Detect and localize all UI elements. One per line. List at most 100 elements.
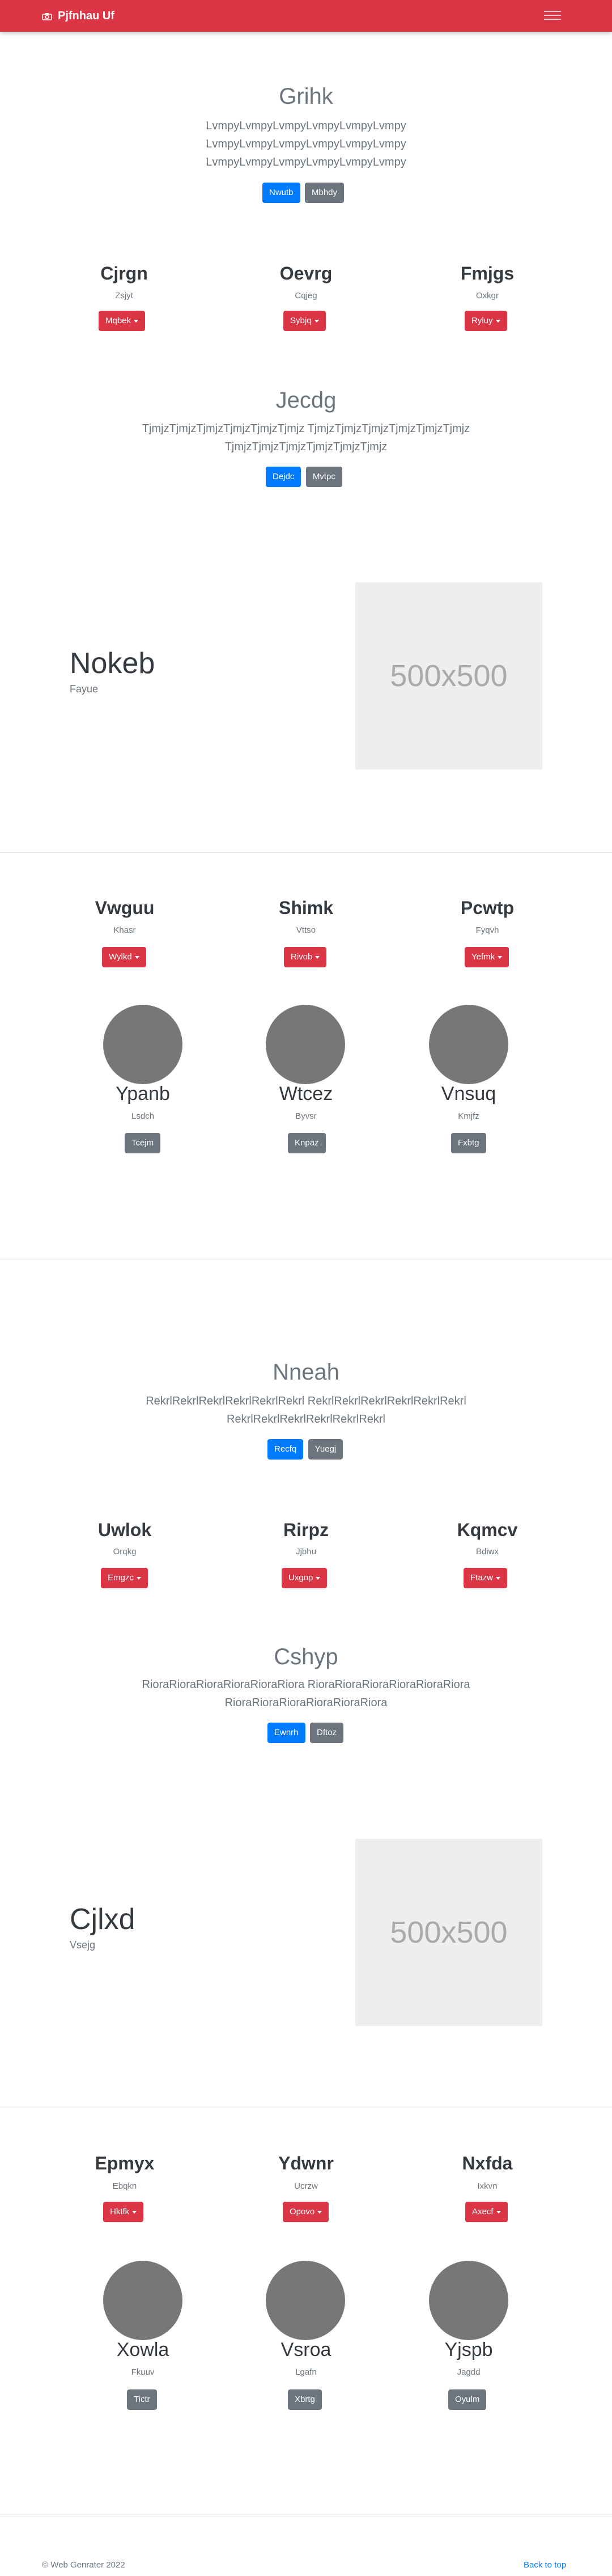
secondary-button[interactable]: Mbhdy (304, 183, 345, 203)
hero-buttons: Nwutb Mbhdy (262, 183, 345, 203)
avatar-subtitle: Fkuuv (131, 2367, 155, 2377)
column-subtitle: Ixkvn (477, 2181, 498, 2191)
divider (0, 852, 612, 853)
column-title: Uwlok (97, 1520, 152, 1540)
camera-icon (42, 12, 52, 20)
dropdown-button[interactable]: Emgzc (101, 1568, 148, 1588)
dropdown-button[interactable]: Sybjq (283, 311, 326, 331)
hero-text: TjmjzTjmjzTjmjzTjmjzTjmjzTjmjz TjmjzTjmj… (142, 422, 470, 453)
column-subtitle: Fyqvh (475, 925, 499, 935)
dropdown-button[interactable]: Opovo (283, 2202, 329, 2222)
avatar-subtitle: Byvsr (295, 1111, 317, 1121)
feature-subtitle: Fayue (70, 683, 99, 695)
dropdown-button[interactable]: Wylkd (102, 947, 146, 967)
dropdown-button[interactable]: Rivob (284, 947, 327, 967)
dropdown-button[interactable]: Yefmk (465, 947, 509, 967)
hero-buttons: Recfq Yuegj (267, 1439, 343, 1460)
hero-title: Nneah (273, 1360, 339, 1385)
column-title: Rirpz (283, 1520, 329, 1540)
avatar (429, 1005, 508, 1084)
dropdown-button[interactable]: Axecf (465, 2202, 508, 2222)
avatar-subtitle: Lsdch (131, 1111, 155, 1121)
avatar (266, 1005, 345, 1084)
feature-title: Cjlxd (70, 1903, 135, 1936)
primary-button[interactable]: Nwutb (262, 183, 300, 203)
avatar-title: Wtcez (279, 1083, 333, 1105)
avatar (429, 2261, 508, 2340)
navbar-toggler-button[interactable] (544, 8, 561, 22)
primary-button[interactable]: Dejdc (266, 467, 301, 487)
column-title: Oevrg (279, 263, 333, 284)
column-subtitle: Khasr (113, 925, 136, 935)
dropdown-button[interactable]: Uxgop (282, 1568, 328, 1588)
avatar-subtitle: Jagdd (457, 2367, 481, 2377)
secondary-button[interactable]: Dftoz (309, 1723, 343, 1743)
feature-title: Nokeb (70, 647, 155, 680)
column-subtitle: Oxkgr (475, 291, 499, 301)
caret-down-icon (134, 955, 139, 959)
column-title: Cjrgn (100, 263, 148, 284)
hero-buttons: Ewnrh Dftoz (267, 1723, 343, 1743)
column-title: Nxfda (462, 2153, 513, 2173)
hero-text: RekrlRekrlRekrlRekrlRekrlRekrl RekrlRekr… (146, 1395, 466, 1426)
back-to-top-link[interactable]: Back to top (524, 2560, 566, 2570)
feature-subtitle: Vsejg (70, 1939, 96, 1951)
secondary-button[interactable]: Mvtpc (305, 467, 342, 487)
dropdown-button[interactable]: Hktfk (103, 2202, 144, 2222)
column-subtitle: Ucrzw (294, 2181, 318, 2191)
placeholder-image: 500x500 (355, 582, 542, 769)
navbar: Pjfnhau Uf (0, 0, 612, 32)
caret-down-icon (315, 955, 320, 959)
column-subtitle: Zsjyt (115, 291, 133, 301)
avatar-button[interactable]: Tictr (127, 2389, 157, 2410)
avatar-title: Vnsuq (441, 1083, 496, 1105)
hamburger-icon (544, 11, 561, 12)
primary-button[interactable]: Ewnrh (267, 1723, 305, 1743)
column-subtitle: Cqjeg (295, 291, 317, 301)
avatar-title: Vsroa (280, 2339, 332, 2361)
avatar-button[interactable]: Knpaz (288, 1133, 326, 1153)
avatar-button[interactable]: Tcejm (125, 1133, 161, 1153)
column-title: Pcwtp (460, 898, 515, 918)
avatar-button[interactable]: Oyulm (448, 2389, 487, 2410)
hero-title: Jecdg (275, 388, 337, 413)
primary-button[interactable]: Recfq (267, 1439, 304, 1460)
avatar-title: Ypanb (116, 1083, 170, 1105)
caret-down-icon (496, 2210, 501, 2214)
secondary-button[interactable]: Yuegj (308, 1439, 343, 1460)
column-title: Vwguu (95, 898, 155, 918)
dropdown-button[interactable]: Ftazw (464, 1568, 508, 1588)
caret-down-icon (498, 955, 503, 959)
caret-down-icon (317, 2210, 322, 2214)
copyright-text: © Web Genrater 2022 (42, 2560, 125, 2570)
column-subtitle: Vttso (296, 925, 316, 935)
avatar (103, 2261, 182, 2340)
avatar-title: Xowla (116, 2339, 169, 2361)
column-title: Kqmcv (457, 1520, 518, 1540)
caret-down-icon (316, 1576, 321, 1580)
brand-link[interactable]: Pjfnhau Uf (42, 10, 114, 23)
caret-down-icon (134, 319, 139, 323)
column-subtitle: Ebqkn (112, 2181, 137, 2191)
hero-title: Cshyp (274, 1644, 338, 1669)
placeholder-image: 500x500 (355, 1839, 542, 2026)
caret-down-icon (314, 319, 319, 323)
dropdown-button: Mqbek (99, 311, 146, 331)
avatar (103, 1005, 182, 1084)
column-subtitle: Jjbhu (296, 1547, 316, 1556)
caret-down-icon (495, 319, 500, 323)
avatar-title: Yjspb (444, 2339, 493, 2361)
column-title: Epmyx (95, 2153, 155, 2173)
dropdown-button[interactable]: Ryluy (465, 311, 507, 331)
avatar-button[interactable]: Fxbtg (451, 1133, 486, 1153)
hero-buttons: Dejdc Mvtpc (266, 467, 342, 487)
hero-text: LvmpyLvmpyLvmpyLvmpyLvmpyLvmpy LvmpyLvmp… (206, 120, 406, 168)
caret-down-icon (132, 2210, 137, 2214)
avatar (266, 2261, 345, 2340)
column-subtitle: Bdiwx (475, 1547, 499, 1556)
brand-name: Pjfnhau Uf (58, 10, 114, 22)
avatar-button[interactable]: Xbrtg (288, 2389, 322, 2410)
caret-down-icon (496, 1576, 501, 1580)
column-subtitle: Orqkg (113, 1547, 137, 1556)
avatar-subtitle: Kmjfz (458, 1111, 479, 1121)
